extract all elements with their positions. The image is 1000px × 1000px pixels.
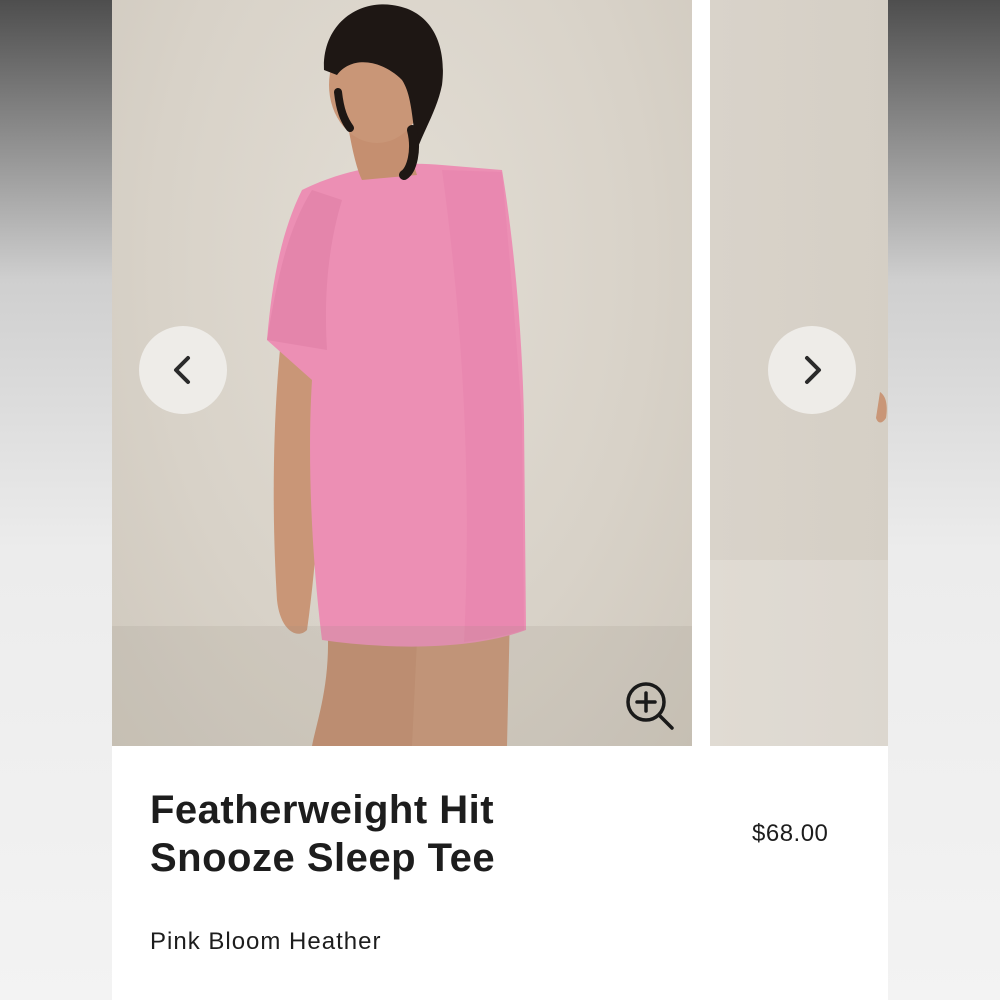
right-backdrop (888, 0, 1000, 1000)
left-backdrop (0, 0, 112, 1000)
product-image-main[interactable] (112, 0, 692, 746)
zoom-button[interactable] (622, 678, 678, 734)
product-title: Featherweight Hit Snooze Sleep Tee (150, 788, 496, 880)
next-image-button[interactable] (768, 326, 856, 414)
chevron-left-icon (174, 356, 190, 384)
previous-image-button[interactable] (139, 326, 227, 414)
chevron-right-icon (805, 356, 821, 384)
product-color-name: Pink Bloom Heather (150, 928, 382, 955)
zoom-in-icon (626, 682, 674, 730)
product-page: Featherweight Hit Snooze Sleep Tee $68.0… (112, 0, 888, 1000)
product-price: $68.00 (752, 820, 829, 847)
